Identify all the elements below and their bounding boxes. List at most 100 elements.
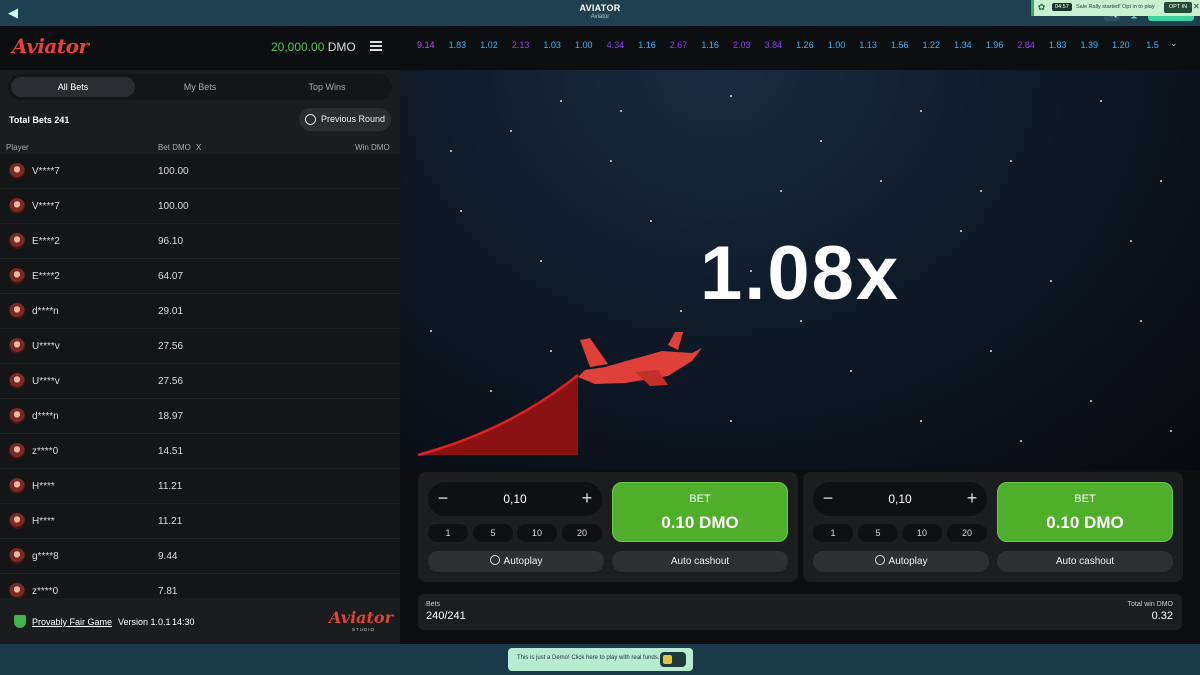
avatar	[9, 233, 25, 249]
chevron-down-icon[interactable]: ⌄	[1170, 38, 1178, 49]
bet-amount: 18.97	[158, 411, 184, 422]
history-multiplier[interactable]: 1.20	[1105, 40, 1137, 54]
auto-cashout-button[interactable]: Auto cashout	[612, 551, 788, 572]
history-multiplier[interactable]: 3.84	[758, 40, 790, 54]
autoplay-button[interactable]: Autoplay	[813, 551, 989, 572]
column-header-bet: Bet DMO	[158, 143, 191, 152]
balance-currency: DMO	[327, 40, 356, 54]
bet-button[interactable]: BET 0.10 DMO	[612, 482, 788, 542]
hamburger-menu-icon[interactable]	[370, 41, 382, 51]
history-multiplier[interactable]: 1.22	[916, 40, 948, 54]
history-multiplier[interactable]: 2.84	[1010, 40, 1042, 54]
history-multiplier[interactable]: 1.02	[473, 40, 505, 54]
quick-bet-button[interactable]: 5	[473, 524, 513, 542]
page-title: AVIATOR	[579, 3, 621, 13]
tab-all-bets[interactable]: All Bets	[11, 77, 135, 97]
quick-bet-button[interactable]: 10	[902, 524, 942, 542]
history-multiplier[interactable]: 1.13	[852, 40, 884, 54]
bet-amount-stepper[interactable]: − 0,10 +	[813, 482, 987, 516]
history-multiplier[interactable]: 1.83	[442, 40, 474, 54]
player-name: V****7	[32, 166, 60, 177]
quick-bet-button[interactable]: 20	[562, 524, 602, 542]
tab-top-wins[interactable]: Top Wins	[265, 77, 389, 97]
bet-amount: 64.07	[158, 271, 184, 282]
quick-bet-button[interactable]: 10	[517, 524, 557, 542]
avatar	[9, 198, 25, 214]
real-funds-toggle[interactable]	[660, 652, 686, 667]
total-win-value: 0.32	[1151, 610, 1173, 622]
history-multiplier[interactable]: 1.39	[1073, 40, 1105, 54]
tab-my-bets[interactable]: My Bets	[138, 77, 262, 97]
provably-fair-link[interactable]: Provably Fair Game	[32, 617, 112, 627]
history-multiplier[interactable]: 2.13	[505, 40, 537, 54]
autoplay-button[interactable]: Autoplay	[428, 551, 604, 572]
quick-bet-button[interactable]: 20	[947, 524, 987, 542]
multiplier-history: 9.14 1.83 1.02 2.13 1.03 1.00 4.34 1.16 2.67 1.16…	[410, 40, 1170, 54]
history-multiplier[interactable]: 1.00	[568, 40, 600, 54]
bets-list[interactable]: V****7 100.00 V****7 100.00 E****2 96.10 E****…	[0, 154, 400, 598]
history-multiplier[interactable]: 1.34	[947, 40, 979, 54]
gift-icon: ✿	[1037, 2, 1046, 12]
history-multiplier[interactable]: 2.03	[726, 40, 758, 54]
opt-in-button[interactable]: OPT IN	[1164, 2, 1192, 13]
bet-panel-1: − 0,10 + 1 5 10 20 BET 0.10 DMO Autoplay…	[418, 472, 798, 582]
quick-bet-button[interactable]: 1	[813, 524, 853, 542]
quick-bet-button[interactable]: 5	[858, 524, 898, 542]
history-multiplier[interactable]: 1.5	[1137, 40, 1169, 54]
plus-icon[interactable]: +	[576, 488, 598, 510]
clock-time: 14:30	[172, 617, 195, 627]
history-multiplier[interactable]: 1.16	[631, 40, 663, 54]
history-multiplier[interactable]: 4.34	[600, 40, 632, 54]
plus-icon[interactable]: +	[961, 488, 983, 510]
promo-notification[interactable]: ✿ 04:57 Sale Rally started! Opt in to pl…	[1031, 0, 1200, 16]
auto-cashout-button[interactable]: Auto cashout	[997, 551, 1173, 572]
bets-tabs: All Bets My Bets Top Wins	[8, 74, 392, 100]
history-multiplier[interactable]: 1.00	[821, 40, 853, 54]
history-multiplier[interactable]: 1.26	[789, 40, 821, 54]
table-row: z****0 14.51	[0, 434, 400, 469]
table-row: V****7 100.00	[0, 189, 400, 224]
aviator-studio-logo: Aviator	[329, 608, 393, 627]
shield-check-icon	[14, 615, 26, 628]
table-row: V****7 100.00	[0, 154, 400, 189]
history-multiplier[interactable]: 9.14	[410, 40, 442, 54]
close-icon[interactable]: ✕	[1193, 2, 1200, 11]
bet-button-label: BET	[1074, 493, 1096, 505]
aviator-logo: Aviator	[12, 34, 89, 58]
history-multiplier[interactable]: 1.96	[979, 40, 1011, 54]
flight-canvas: 1.08x	[400, 70, 1200, 470]
demo-banner[interactable]: This is just a Demo! Click here to play …	[508, 648, 693, 671]
history-multiplier[interactable]: 1.03	[536, 40, 568, 54]
minus-icon[interactable]: −	[432, 488, 454, 510]
column-header-player: Player	[6, 143, 29, 152]
current-multiplier: 1.08x	[700, 231, 901, 316]
quick-bet-button[interactable]: 1	[428, 524, 468, 542]
history-multiplier[interactable]: 1.56	[884, 40, 916, 54]
total-bets-label: Total Bets 241	[9, 115, 70, 125]
player-name: H****	[32, 516, 55, 527]
history-multiplier[interactable]: 1.83	[1042, 40, 1074, 54]
autoplay-icon	[489, 555, 500, 565]
bet-amount: 27.56	[158, 341, 184, 352]
previous-round-button[interactable]: Previous Round	[299, 108, 391, 131]
round-stats: Bets 240/241 Total win DMO 0.32	[418, 594, 1182, 630]
table-row: d****n 29.01	[0, 294, 400, 329]
bet-amount-value[interactable]: 0,10	[853, 492, 947, 506]
minus-icon[interactable]: −	[817, 488, 839, 510]
bet-amount-value[interactable]: 0,10	[468, 492, 562, 506]
history-multiplier[interactable]: 2.67	[663, 40, 695, 54]
avatar	[9, 583, 25, 598]
table-row: z****0 7.81	[0, 574, 400, 598]
table-row: U****v 27.56	[0, 364, 400, 399]
bet-amount-stepper[interactable]: − 0,10 +	[428, 482, 602, 516]
bet-panel-2: − 0,10 + 1 5 10 20 BET 0.10 DMO Autoplay…	[803, 472, 1183, 582]
history-multiplier[interactable]: 1.16	[694, 40, 726, 54]
table-row: U****v 27.56	[0, 329, 400, 364]
bet-amount: 7.81	[158, 586, 178, 597]
game-frame: Aviator 20,000.00 DMO 9.14 1.83 1.02 2.13 1.…	[0, 26, 1200, 644]
table-row: H**** 11.21	[0, 504, 400, 539]
balance-amount: 20,000.00	[271, 40, 325, 54]
bet-button[interactable]: BET 0.10 DMO	[997, 482, 1173, 542]
bet-button-label: BET	[689, 493, 711, 505]
bets-count-value: 240/241	[426, 610, 466, 622]
